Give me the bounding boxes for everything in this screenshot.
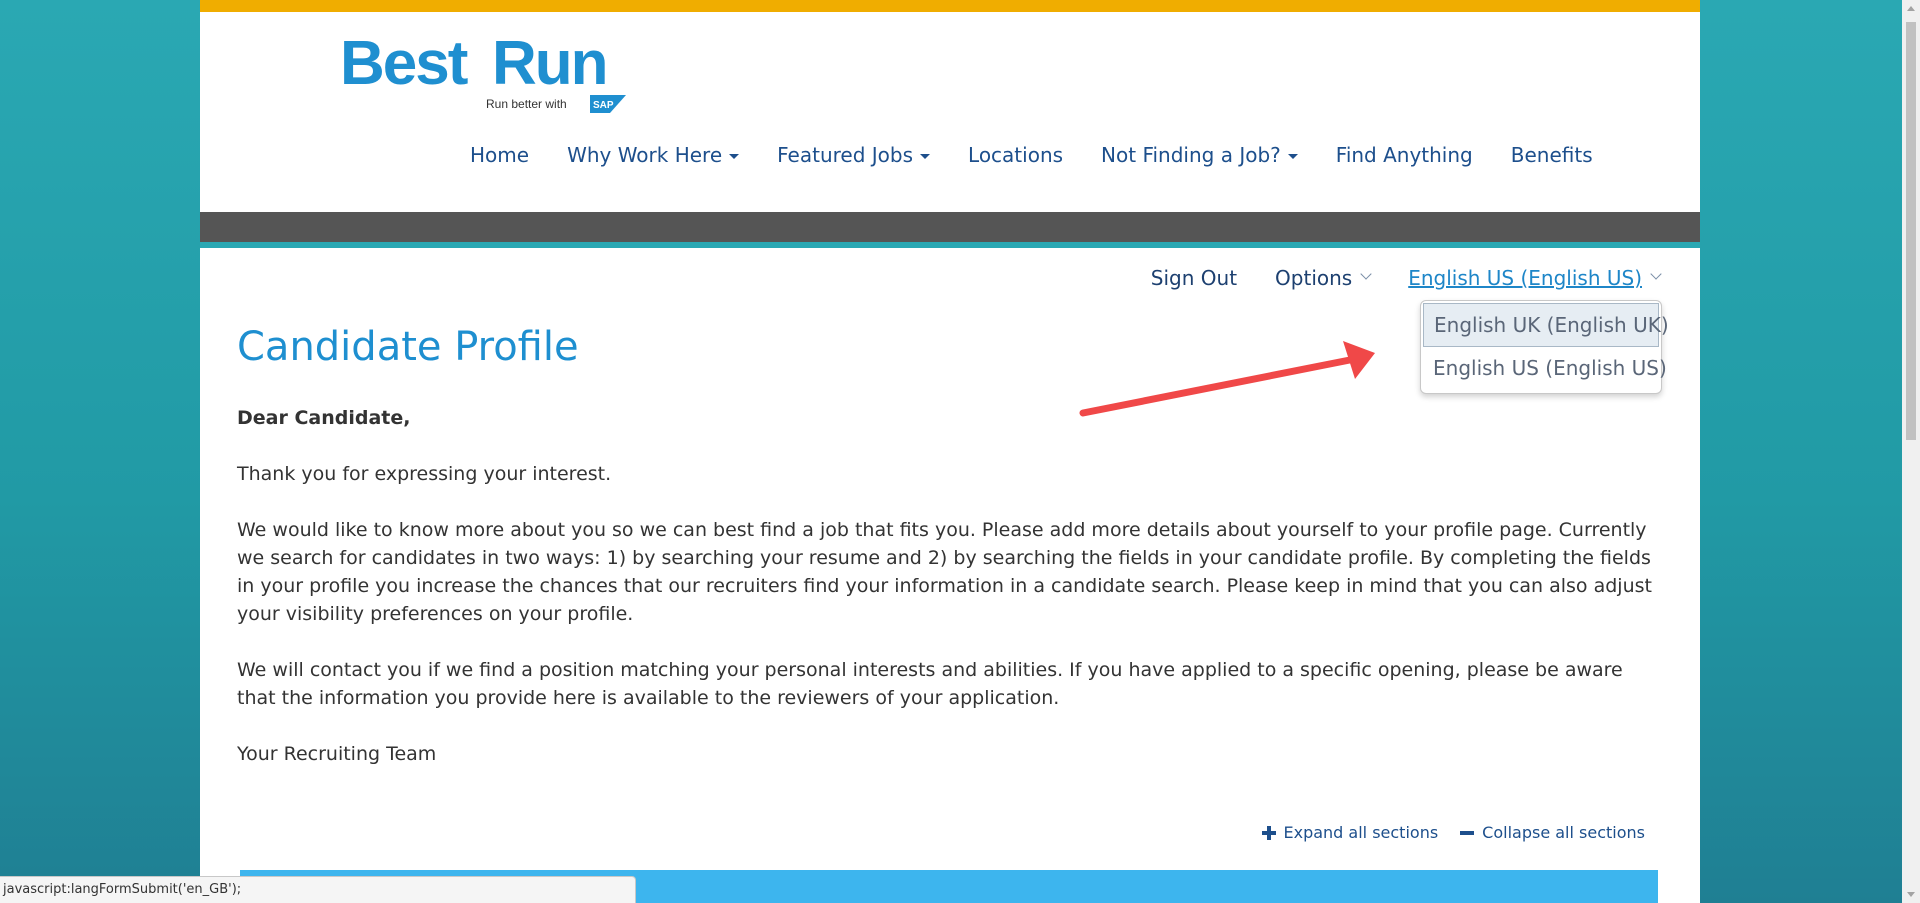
collapse-all-sections-link[interactable]: Collapse all sections	[1460, 823, 1645, 842]
nav-home-label: Home	[470, 143, 530, 167]
nav-benefits-label: Benefits	[1510, 143, 1593, 167]
contact-info-paragraph: We will contact you if we find a positio…	[237, 659, 1623, 709]
nav-locations[interactable]: Locations	[968, 138, 1063, 172]
sap-logo-icon: SAP	[590, 95, 626, 113]
greeting-text: Dear Candidate,	[237, 407, 411, 429]
sap-logo-text: SAP	[593, 100, 614, 111]
chevron-down-icon	[1650, 268, 1662, 280]
nav-featured-jobs-label: Featured Jobs	[777, 143, 914, 167]
scrollbar-thumb[interactable]	[1906, 22, 1916, 440]
options-menu[interactable]: Options	[1275, 266, 1372, 290]
plus-icon	[1261, 825, 1276, 840]
header-gray-band	[200, 212, 1700, 242]
logo-word-run: Run	[492, 29, 609, 98]
header-teal-line	[200, 242, 1700, 248]
scroll-up-icon[interactable]	[1907, 6, 1915, 11]
logo-tagline: Run better with	[486, 97, 567, 111]
signature-text: Your Recruiting Team	[237, 743, 437, 765]
language-dropdown-menu: English UK (English UK) English US (Engl…	[1420, 300, 1669, 394]
nav-locations-label: Locations	[968, 143, 1064, 167]
nav-not-finding-a-job-label: Not Finding a Job?	[1101, 143, 1281, 167]
options-label: Options	[1275, 266, 1353, 290]
chevron-down-icon	[1360, 268, 1372, 280]
nav-why-work-here[interactable]: Why Work Here	[567, 138, 740, 172]
top-accent-strip	[200, 0, 1700, 12]
page-scrollbar[interactable]	[1902, 0, 1920, 903]
language-option-en-gb[interactable]: English UK (English UK)	[1423, 303, 1669, 347]
expand-all-label: Expand all sections	[1283, 823, 1439, 842]
bestrun-logo[interactable]: Best Run Run better with SAP	[340, 32, 630, 116]
nav-home[interactable]: Home	[470, 138, 529, 172]
nav-not-finding-a-job[interactable]: Not Finding a Job?	[1101, 138, 1298, 172]
section-controls: Expand all sections Collapse all section…	[1240, 823, 1645, 842]
page-container: Best Run Run better with SAP Home Why Wo…	[200, 0, 1700, 903]
sign-out-link[interactable]: Sign Out	[1151, 266, 1237, 290]
nav-featured-jobs[interactable]: Featured Jobs	[777, 138, 931, 172]
minus-icon	[1460, 826, 1475, 840]
collapse-all-label: Collapse all sections	[1482, 823, 1645, 842]
language-option-en-us[interactable]: English US (English US)	[1421, 347, 1667, 389]
language-label: English US (English US)	[1408, 266, 1642, 290]
intro-paragraph: Thank you for expressing your interest.	[237, 463, 612, 485]
main-nav: Home Why Work Here Featured Jobs Locatio…	[470, 138, 1631, 172]
nav-benefits[interactable]: Benefits	[1511, 138, 1593, 172]
caret-down-icon	[920, 154, 931, 159]
nav-find-anything[interactable]: Find Anything	[1336, 138, 1473, 172]
scroll-down-icon[interactable]	[1907, 892, 1915, 897]
caret-down-icon	[1287, 154, 1298, 159]
utility-bar: Sign Out Options English US (English US)	[1113, 266, 1662, 290]
expand-all-sections-link[interactable]: Expand all sections	[1261, 823, 1439, 842]
browser-status-bar: javascript:langFormSubmit('en_GB');	[0, 876, 636, 903]
nav-find-anything-label: Find Anything	[1335, 143, 1473, 167]
profile-info-paragraph: We would like to know more about you so …	[237, 519, 1652, 625]
page-title: Candidate Profile	[237, 324, 579, 370]
logo-word-best: Best	[340, 29, 468, 98]
nav-why-work-here-label: Why Work Here	[567, 143, 723, 167]
language-selector[interactable]: English US (English US)	[1408, 266, 1662, 290]
caret-down-icon	[729, 154, 740, 159]
